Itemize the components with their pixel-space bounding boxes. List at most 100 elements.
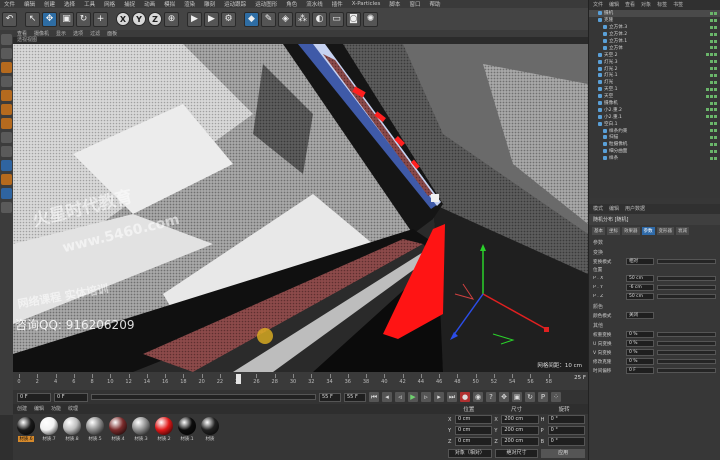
material-swatch[interactable]: 材质.3 xyxy=(131,417,151,442)
object-row[interactable]: 小2.重.2 xyxy=(589,106,720,113)
tag-icon[interactable] xyxy=(710,25,713,29)
material-menu-item[interactable]: 编辑 xyxy=(34,405,44,413)
object-row[interactable]: 小2.重.1 xyxy=(589,113,720,120)
menu-item[interactable]: 渲染 xyxy=(184,0,195,8)
tag-icon[interactable] xyxy=(710,135,713,139)
cube-icon[interactable]: ◆ xyxy=(244,11,259,27)
menu-item[interactable]: 模拟 xyxy=(164,0,175,8)
point-level-icon[interactable]: ⁘ xyxy=(551,392,561,402)
tag-icon[interactable] xyxy=(706,94,709,98)
start-frame-field[interactable]: 0 F xyxy=(17,392,51,402)
tag-icon[interactable] xyxy=(714,80,717,84)
attribute-slider[interactable] xyxy=(657,276,716,281)
menu-item[interactable]: 文件 xyxy=(4,0,15,8)
size-mode-dropdown[interactable]: 绝对尺寸 xyxy=(494,449,539,458)
attribute-subtab[interactable]: 变形器 xyxy=(656,227,674,235)
tag-icon[interactable] xyxy=(710,101,713,105)
viewport-menu-item[interactable]: 选项 xyxy=(73,30,83,37)
tag-icon[interactable] xyxy=(714,67,717,71)
edge-mode-icon[interactable] xyxy=(1,104,12,115)
object-menu-item[interactable]: 查看 xyxy=(625,1,635,9)
coord-mode-dropdown[interactable]: 对象（相对） xyxy=(448,449,492,458)
object-row[interactable]: 摄机 xyxy=(589,10,720,17)
object-row[interactable]: 立方体.2 xyxy=(589,31,720,38)
size-field[interactable]: 200 cm xyxy=(501,437,539,446)
prev-frame-icon[interactable]: ◃ xyxy=(395,392,405,402)
viewport-menu-item[interactable]: 查看 xyxy=(17,30,27,37)
object-row[interactable]: 立方体.1 xyxy=(589,38,720,45)
attribute-value-field[interactable]: 相对 xyxy=(626,258,654,265)
color-mode-dropdown[interactable]: 关闭 xyxy=(626,312,654,319)
axis-x-button[interactable]: X xyxy=(116,12,130,26)
material-swatch[interactable]: 材质.6 xyxy=(16,417,36,442)
menu-item[interactable]: 工具 xyxy=(84,0,95,8)
go-to-end-icon[interactable]: ⏭ xyxy=(447,392,457,402)
tag-icon[interactable] xyxy=(710,11,713,15)
point-mode-icon[interactable] xyxy=(1,90,12,101)
render-view-icon[interactable]: ▶ xyxy=(187,11,202,27)
tag-icon[interactable] xyxy=(710,108,713,112)
undo-icon[interactable]: ↶ xyxy=(2,11,17,27)
tag-icon[interactable] xyxy=(710,115,713,119)
live-select-icon[interactable]: ↖ xyxy=(25,11,40,27)
snap-icon[interactable] xyxy=(1,160,12,171)
tag-icon[interactable] xyxy=(714,11,717,15)
tag-icon[interactable] xyxy=(710,32,713,36)
material-swatch[interactable]: 材质.5 xyxy=(85,417,105,442)
rotate-icon[interactable]: ↻ xyxy=(76,11,91,27)
tag-icon[interactable] xyxy=(714,87,717,91)
tag-icon[interactable] xyxy=(710,73,713,77)
object-row[interactable]: 立方体.3 xyxy=(589,24,720,31)
attribute-value-field[interactable]: 0 % xyxy=(626,340,654,347)
tag-icon[interactable] xyxy=(714,101,717,105)
scale-icon[interactable]: ▣ xyxy=(59,11,74,27)
attribute-value-field[interactable]: 0 % xyxy=(626,349,654,356)
attribute-slider[interactable] xyxy=(657,332,716,337)
menu-item[interactable]: 角色 xyxy=(286,0,297,8)
tag-icon[interactable] xyxy=(714,73,717,77)
object-row[interactable]: 扫描 xyxy=(589,134,720,141)
tag-icon[interactable] xyxy=(710,46,713,50)
attribute-slider[interactable] xyxy=(657,341,716,346)
tag-icon[interactable] xyxy=(710,94,713,98)
tag-icon[interactable] xyxy=(710,60,713,64)
axis-z-button[interactable]: Z xyxy=(148,12,162,26)
object-row[interactable]: 克隆 xyxy=(589,17,720,24)
axis-y-button[interactable]: Y xyxy=(132,12,146,26)
object-row[interactable]: 灯光.2 xyxy=(589,65,720,72)
attribute-value-field[interactable]: 0 F xyxy=(626,367,654,374)
tag-icon[interactable] xyxy=(714,129,717,133)
tag-icon[interactable] xyxy=(710,122,713,126)
attribute-slider[interactable] xyxy=(657,294,716,299)
tag-icon[interactable] xyxy=(714,32,717,36)
min-frame-field[interactable]: 0 F xyxy=(54,392,88,402)
attribute-menu-item[interactable]: 编辑 xyxy=(609,205,619,213)
tag-icon[interactable] xyxy=(710,67,713,71)
material-swatch[interactable]: 材质.4 xyxy=(108,417,128,442)
viewport[interactable]: 火星时代教育 www.5460.com 网络课程 实体培训 咨询QQ: 9162… xyxy=(13,44,588,372)
tag-icon[interactable] xyxy=(710,156,713,160)
menu-item[interactable]: 窗口 xyxy=(409,0,420,8)
attribute-value-field[interactable]: 0 % xyxy=(626,358,654,365)
object-row[interactable]: 空白.1 xyxy=(589,120,720,127)
solo-icon[interactable] xyxy=(1,174,12,185)
keyframe-selection-icon[interactable]: ? xyxy=(486,392,496,402)
object-row[interactable]: 灯光 xyxy=(589,79,720,86)
size-field[interactable]: 200 cm xyxy=(501,426,539,435)
rotation-key-icon[interactable]: ↻ xyxy=(525,392,535,402)
menu-item[interactable]: 运动图形 xyxy=(255,0,277,8)
apply-button[interactable]: 应用 xyxy=(541,449,586,458)
object-row[interactable]: 样条约束 xyxy=(589,127,720,134)
render-picture-viewer-icon[interactable]: ▶ xyxy=(204,11,219,27)
tag-icon[interactable] xyxy=(706,87,709,91)
timeline-ruler[interactable]: 0246810121416182022242628303234363840424… xyxy=(13,374,575,386)
attribute-value-field[interactable]: 50 cm xyxy=(626,275,654,282)
camera-icon[interactable]: ◙ xyxy=(346,11,361,27)
light-icon[interactable]: ✺ xyxy=(363,11,378,27)
tweak-icon[interactable] xyxy=(1,146,12,157)
object-row[interactable]: 天空.2 xyxy=(589,51,720,58)
make-editable-icon[interactable] xyxy=(1,34,12,45)
tag-icon[interactable] xyxy=(714,142,717,146)
object-menu-item[interactable]: 书签 xyxy=(673,1,683,9)
object-row[interactable]: 细分曲面 xyxy=(589,148,720,155)
